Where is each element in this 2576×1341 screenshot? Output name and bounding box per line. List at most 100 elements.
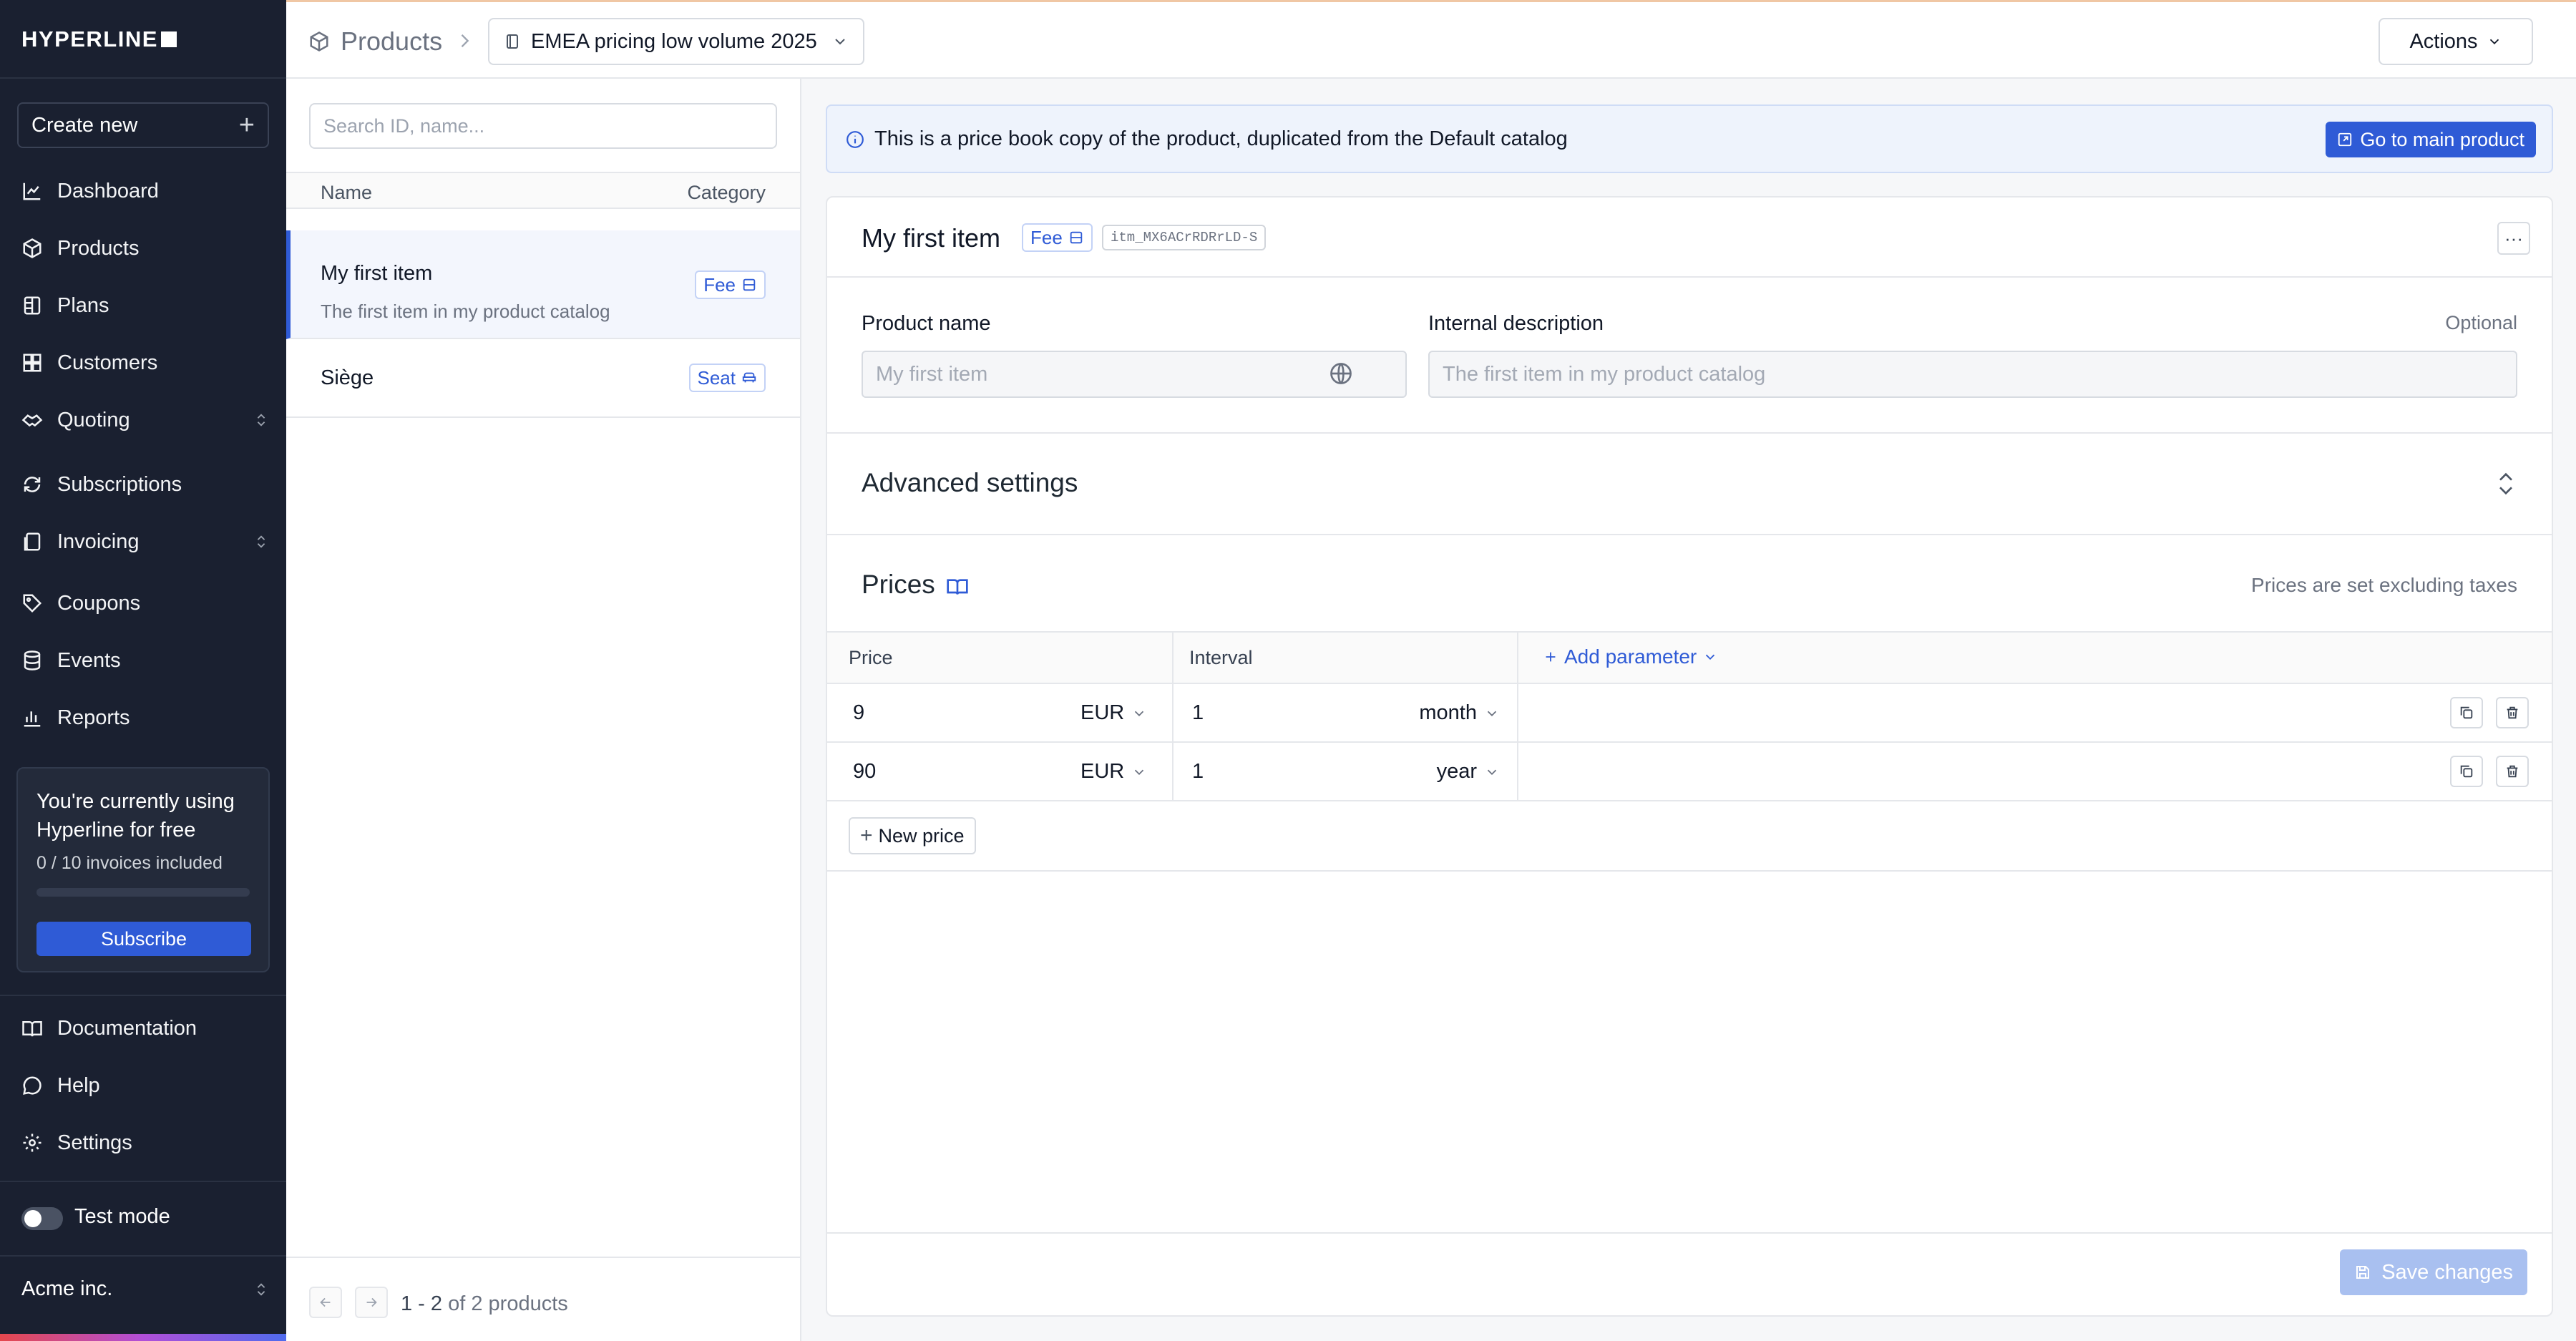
currency-select[interactable]: EUR xyxy=(1080,760,1147,784)
nav-item-subscriptions[interactable]: Subscriptions xyxy=(21,467,269,502)
chevron-right-icon xyxy=(461,34,469,47)
column-header-category[interactable]: Category xyxy=(687,182,766,204)
price-row: 9 EUR 1 month xyxy=(827,684,2552,743)
chat-icon xyxy=(23,1076,42,1095)
next-page-button[interactable] xyxy=(355,1287,388,1318)
fee-icon xyxy=(1070,231,1083,244)
fee-icon xyxy=(743,278,756,291)
copy-icon xyxy=(2460,765,2473,778)
product-id-tag[interactable]: itm_MX6ACrRDRrLD-S xyxy=(1102,225,1267,250)
column-header-name[interactable]: Name xyxy=(321,182,372,204)
create-new-button[interactable]: Create new + xyxy=(17,102,269,148)
price-amount-input[interactable]: 90 xyxy=(853,760,876,784)
nav-item-customers[interactable]: Customers xyxy=(21,345,269,381)
price-amount-input[interactable]: 9 xyxy=(853,701,864,725)
list-header: Name Category xyxy=(286,172,800,209)
internal-description-label: Internal description xyxy=(1428,312,1604,335)
chevron-down-icon xyxy=(1135,711,1144,716)
book-open-icon[interactable] xyxy=(946,575,969,598)
nav-item-settings[interactable]: Settings xyxy=(21,1125,269,1161)
chevron-down-icon xyxy=(1487,711,1497,716)
nav-item-help[interactable]: Help xyxy=(21,1068,269,1103)
price-book-select[interactable]: EMEA pricing low volume 2025 xyxy=(488,18,864,65)
nav-item-quoting[interactable]: Quoting xyxy=(21,402,269,438)
interval-select[interactable]: year xyxy=(1437,760,1500,784)
list-item-name: Siège xyxy=(321,366,374,389)
category-badge: Fee xyxy=(695,270,766,299)
interval-count-input[interactable]: 1 xyxy=(1192,760,1204,784)
nav-item-coupons[interactable]: Coupons xyxy=(21,585,269,621)
previous-page-button[interactable] xyxy=(309,1287,342,1318)
invoice-icon xyxy=(24,532,41,551)
product-title: My first item xyxy=(862,223,1000,253)
refresh-icon xyxy=(24,477,41,492)
more-options-button[interactable]: ··· xyxy=(2497,222,2530,255)
box-icon xyxy=(310,31,328,52)
app-logo[interactable]: HYPERLINE xyxy=(21,26,177,52)
optional-hint: Optional xyxy=(2445,312,2517,333)
delete-price-button[interactable] xyxy=(2496,756,2529,787)
product-name-input[interactable] xyxy=(862,351,1407,398)
prices-tax-note: Prices are set excluding taxes xyxy=(2251,574,2517,596)
seat-icon xyxy=(742,372,756,383)
column-header-interval: Interval xyxy=(1189,647,1253,668)
nav-item-events[interactable]: Events xyxy=(21,643,269,678)
search-input[interactable] xyxy=(309,103,777,149)
nav-item-reports[interactable]: Reports xyxy=(21,700,269,736)
gear-icon xyxy=(23,1133,42,1152)
box-icon xyxy=(23,238,42,258)
interval-select[interactable]: month xyxy=(1419,701,1500,725)
new-price-button[interactable]: + New price xyxy=(849,817,976,854)
list-pagination: 1 - 2 of 2 products xyxy=(286,1257,800,1341)
globe-icon[interactable] xyxy=(1328,361,1354,386)
delete-price-button[interactable] xyxy=(2496,697,2529,728)
chevron-updown-icon xyxy=(257,1282,265,1296)
create-new-label: Create new xyxy=(31,113,138,137)
free-plan-promo: You're currently using Hyperline for fre… xyxy=(16,767,270,972)
copy-icon xyxy=(2460,706,2473,719)
go-to-main-product-button[interactable]: Go to main product xyxy=(2326,122,2536,157)
breadcrumb-products[interactable]: Products xyxy=(341,26,442,57)
nav-item-invoicing[interactable]: Invoicing xyxy=(21,524,269,560)
list-item[interactable]: Siège Seat xyxy=(286,339,800,418)
currency-select[interactable]: EUR xyxy=(1080,701,1147,725)
book-icon xyxy=(22,1021,42,1037)
chart-line-icon xyxy=(23,182,41,200)
interval-count-input[interactable]: 1 xyxy=(1192,701,1204,725)
internal-description-input[interactable] xyxy=(1428,351,2517,398)
external-link-icon xyxy=(2338,132,2352,147)
chevron-down-icon xyxy=(1706,654,1715,660)
plus-icon: + xyxy=(238,110,255,140)
test-mode-label: Test mode xyxy=(74,1205,170,1228)
usage-progress-bar xyxy=(36,888,250,897)
chevron-down-icon xyxy=(1135,769,1144,775)
subscribe-button[interactable]: Subscribe xyxy=(36,922,251,956)
price-book-info-banner: This is a price book copy of the product… xyxy=(826,104,2553,173)
chevron-down-icon xyxy=(2489,39,2499,45)
organization-switcher[interactable]: Acme inc. xyxy=(21,1277,269,1301)
duplicate-price-button[interactable] xyxy=(2450,697,2483,728)
plus-icon: + xyxy=(860,824,873,847)
nav-item-documentation[interactable]: Documentation xyxy=(21,1010,269,1046)
nav-item-products[interactable]: Products xyxy=(21,230,269,266)
info-icon xyxy=(847,131,864,148)
test-mode-toggle[interactable] xyxy=(21,1207,63,1230)
save-changes-button[interactable]: Save changes xyxy=(2340,1249,2527,1295)
nav-item-dashboard[interactable]: Dashboard xyxy=(21,173,269,209)
arrow-right-icon xyxy=(366,1297,377,1307)
add-parameter-button[interactable]: Add parameter xyxy=(1543,641,1718,673)
product-list-panel: Name Category My first item The first it… xyxy=(286,79,801,1341)
nav-item-plans[interactable]: Plans xyxy=(21,288,269,323)
list-item[interactable]: My first item The first item in my produ… xyxy=(286,230,800,339)
duplicate-price-button[interactable] xyxy=(2450,756,2483,787)
chevron-down-icon xyxy=(835,39,845,45)
banner-text: This is a price book copy of the product… xyxy=(874,127,1568,150)
ellipsis-icon: ··· xyxy=(2504,227,2523,249)
actions-menu-button[interactable]: Actions xyxy=(2379,18,2533,65)
list-item-name: My first item xyxy=(321,262,433,285)
chevron-updown-icon[interactable] xyxy=(2494,468,2517,499)
advanced-settings-toggle[interactable]: Advanced settings xyxy=(862,468,1078,498)
save-icon xyxy=(2356,1266,2370,1279)
brand-gradient-strip xyxy=(0,1334,286,1341)
pagination-summary: 1 - 2 of 2 products xyxy=(401,1292,568,1315)
